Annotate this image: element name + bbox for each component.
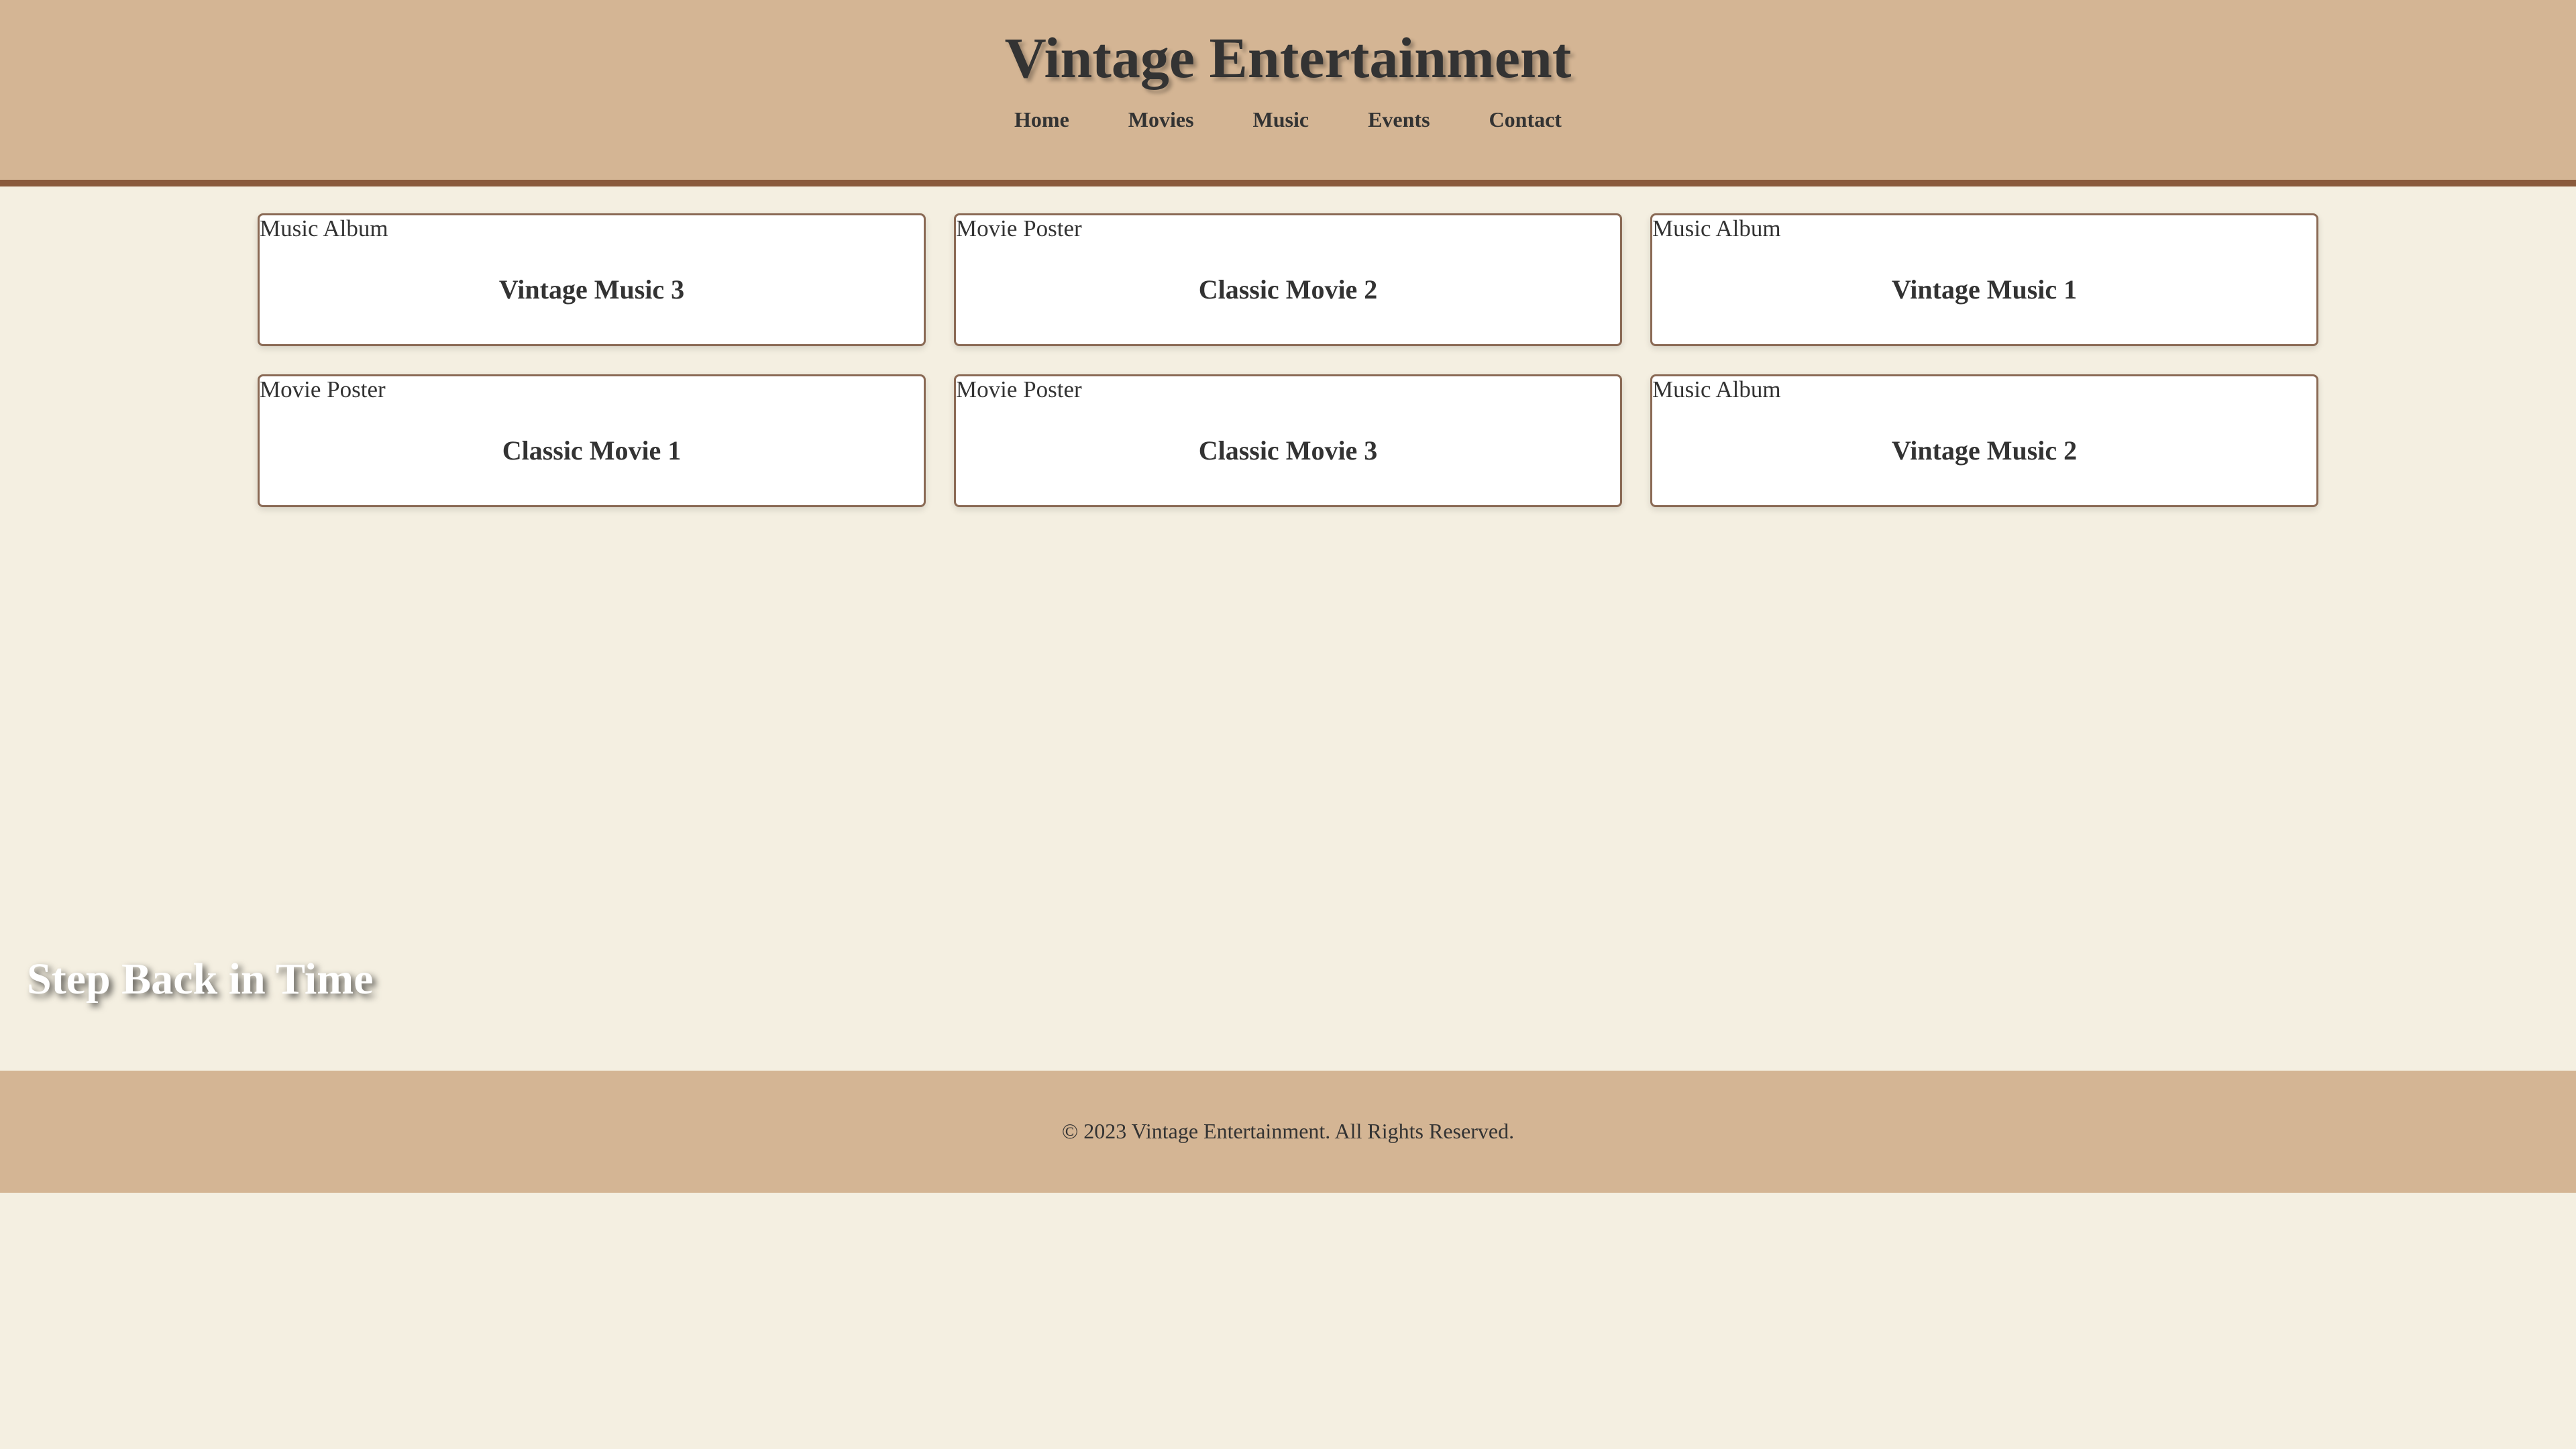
nav-link-contact[interactable]: Contact	[1489, 105, 1562, 134]
nav-link-music[interactable]: Music	[1253, 105, 1309, 134]
card-image-broken: Music Album	[1652, 215, 1781, 242]
media-card-grid: Music Album Vintage Music 3 Movie Poster…	[258, 213, 2318, 507]
media-card[interactable]: Music Album Vintage Music 2	[1650, 374, 2318, 507]
card-image-broken: Music Album	[1652, 376, 1781, 403]
card-title: Vintage Music 2	[1891, 435, 2078, 466]
site-header: Vintage Entertainment Home Movies Music …	[0, 0, 2576, 186]
card-title: Classic Movie 2	[1198, 274, 1378, 305]
card-title: Classic Movie 3	[1198, 435, 1378, 466]
card-image-alt: Movie Poster	[260, 376, 386, 402]
card-title: Vintage Music 1	[1891, 274, 2078, 305]
card-image-broken: Movie Poster	[956, 376, 1082, 403]
card-image-broken: Movie Poster	[260, 376, 386, 403]
nav-link-events[interactable]: Events	[1368, 105, 1430, 134]
card-image-alt: Music Album	[1652, 376, 1781, 402]
card-title: Classic Movie 1	[502, 435, 682, 466]
card-image-alt: Music Album	[260, 215, 388, 241]
media-card[interactable]: Music Album Vintage Music 3	[258, 213, 926, 346]
footer-copyright: © 2023 Vintage Entertainment. All Rights…	[1061, 1119, 1515, 1143]
media-card[interactable]: Movie Poster Classic Movie 2	[954, 213, 1622, 346]
nav-link-home[interactable]: Home	[1014, 105, 1069, 134]
card-image-broken: Movie Poster	[956, 215, 1082, 242]
main-nav: Home Movies Music Events Contact	[0, 105, 2576, 134]
hero-tagline: Step Back in Time	[27, 955, 374, 1004]
nav-link-movies[interactable]: Movies	[1128, 105, 1194, 134]
site-title: Vintage Entertainment	[1004, 25, 1572, 90]
site-footer: © 2023 Vintage Entertainment. All Rights…	[0, 1071, 2576, 1193]
card-image-alt: Movie Poster	[956, 376, 1082, 402]
media-card[interactable]: Movie Poster Classic Movie 3	[954, 374, 1622, 507]
card-image-alt: Movie Poster	[956, 215, 1082, 241]
card-image-broken: Music Album	[260, 215, 388, 242]
media-card[interactable]: Movie Poster Classic Movie 1	[258, 374, 926, 507]
card-title: Vintage Music 3	[498, 274, 685, 305]
card-image-alt: Music Album	[1652, 215, 1781, 241]
media-card[interactable]: Music Album Vintage Music 1	[1650, 213, 2318, 346]
